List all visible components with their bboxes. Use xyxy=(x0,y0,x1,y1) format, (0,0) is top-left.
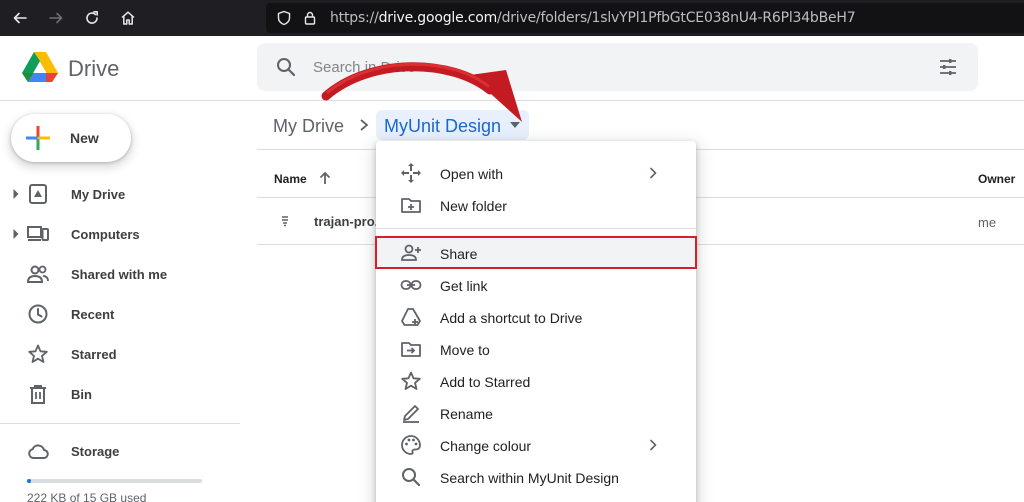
menu-item-label: New folder xyxy=(440,198,507,214)
storage-progress-bar xyxy=(27,479,202,483)
chevron-right-icon xyxy=(649,167,657,179)
menu-item-rename[interactable]: Rename xyxy=(376,397,696,429)
sidebar-item-label: Storage xyxy=(71,444,120,459)
new-button-label: New xyxy=(70,130,99,146)
trash-icon xyxy=(30,385,46,404)
sidebar-item-label: Starred xyxy=(71,347,117,362)
url-text[interactable]: https://drive.google.com/drive/folders/1… xyxy=(330,10,856,26)
sort-ascending-icon[interactable] xyxy=(318,170,332,186)
sidebar-item-bin[interactable]: Bin xyxy=(0,378,240,410)
menu-item-label: Search within MyUnit Design xyxy=(440,470,619,486)
sidebar-item-label: Recent xyxy=(71,307,115,322)
search-options-icon[interactable] xyxy=(937,56,959,78)
star-icon xyxy=(401,371,421,390)
move-folder-icon xyxy=(401,342,421,357)
url-path: /drive/folders/1slvYPl1PfbGtCE038nU4-R6P… xyxy=(497,10,856,26)
link-icon xyxy=(400,280,422,290)
expand-caret-icon[interactable] xyxy=(12,228,20,240)
sidebar-item-label: Shared with me xyxy=(71,267,168,282)
home-button[interactable] xyxy=(112,2,144,34)
menu-item-label: Get link xyxy=(440,278,488,294)
column-header-owner[interactable]: Owner xyxy=(978,172,1015,186)
sidebar-item-computers[interactable]: Computers xyxy=(0,218,240,250)
move-arrows-icon xyxy=(401,163,421,183)
browser-toolbar: https://drive.google.com/drive/folders/1… xyxy=(0,0,1024,36)
menu-item-label: Move to xyxy=(440,342,490,358)
menu-item-add-shortcut[interactable]: Add a shortcut to Drive xyxy=(376,301,696,333)
menu-item-label: Add a shortcut to Drive xyxy=(440,310,583,326)
plus-icon xyxy=(26,126,50,150)
sidebar-item-shared-with-me[interactable]: Shared with me xyxy=(0,258,240,290)
url-scheme: https:// xyxy=(330,10,379,26)
file-owner: me xyxy=(978,215,997,230)
menu-item-add-to-starred[interactable]: Add to Starred xyxy=(376,365,696,397)
reload-icon xyxy=(86,11,98,24)
sidebar-divider xyxy=(0,423,240,424)
drive-logo-icon[interactable] xyxy=(22,51,58,83)
menu-separator xyxy=(376,228,696,229)
app-name[interactable]: Drive xyxy=(68,56,119,82)
shield-icon[interactable] xyxy=(276,10,292,26)
sidebar-item-label: My Drive xyxy=(71,187,126,202)
pencil-icon xyxy=(403,405,419,423)
expand-caret-icon[interactable] xyxy=(12,188,20,200)
annotation-arrow-icon xyxy=(321,62,522,122)
sidebar-item-storage[interactable]: Storage xyxy=(0,435,240,467)
lock-icon[interactable] xyxy=(302,10,318,26)
sidebar-item-starred[interactable]: Starred xyxy=(0,338,240,370)
menu-item-move-to[interactable]: Move to xyxy=(376,333,696,365)
menu-item-change-colour[interactable]: Change colour xyxy=(376,429,696,461)
cloud-icon xyxy=(28,444,49,459)
new-button[interactable]: New xyxy=(11,114,131,162)
menu-item-open-with[interactable]: Open with xyxy=(376,157,696,189)
sidebar-item-label: Bin xyxy=(71,387,92,402)
sidebar-item-label: Computers xyxy=(71,227,140,242)
menu-item-label: Change colour xyxy=(440,438,532,454)
address-bar[interactable]: https://drive.google.com/drive/folders/1… xyxy=(266,3,1024,33)
my-drive-icon xyxy=(29,184,47,204)
column-header-name[interactable]: Name xyxy=(274,172,307,186)
zip-file-icon xyxy=(282,216,288,227)
search-icon[interactable] xyxy=(275,56,297,78)
reload-button[interactable] xyxy=(76,2,108,34)
chevron-right-icon xyxy=(649,439,657,451)
forward-button[interactable] xyxy=(40,2,72,34)
back-button[interactable] xyxy=(4,2,36,34)
computer-icon xyxy=(27,226,49,241)
menu-item-new-folder[interactable]: New folder xyxy=(376,189,696,221)
arrow-left-icon xyxy=(13,12,27,24)
storage-progress-fill xyxy=(27,479,31,483)
star-icon xyxy=(28,344,48,363)
share-highlight-box xyxy=(375,236,697,269)
palette-icon xyxy=(401,435,421,455)
sidebar-item-my-drive[interactable]: My Drive xyxy=(0,178,240,210)
url-host: drive.google.com xyxy=(378,10,498,26)
search-icon xyxy=(402,468,421,487)
storage-used-text: 222 KB of 15 GB used xyxy=(27,491,147,502)
sidebar-item-recent[interactable]: Recent xyxy=(0,298,240,330)
people-icon xyxy=(27,265,49,283)
menu-item-get-link[interactable]: Get link xyxy=(376,269,696,301)
arrow-right-icon xyxy=(49,12,63,24)
home-icon xyxy=(121,11,135,25)
menu-item-label: Add to Starred xyxy=(440,374,531,390)
menu-item-search-within[interactable]: Search within MyUnit Design xyxy=(376,461,696,493)
menu-item-label: Rename xyxy=(440,406,493,422)
drive-shortcut-icon xyxy=(401,308,421,326)
clock-icon xyxy=(28,304,48,324)
menu-item-label: Open with xyxy=(440,166,504,182)
new-folder-icon xyxy=(401,198,421,213)
folder-context-menu: Open with New folder Share Get link Add … xyxy=(376,141,696,502)
